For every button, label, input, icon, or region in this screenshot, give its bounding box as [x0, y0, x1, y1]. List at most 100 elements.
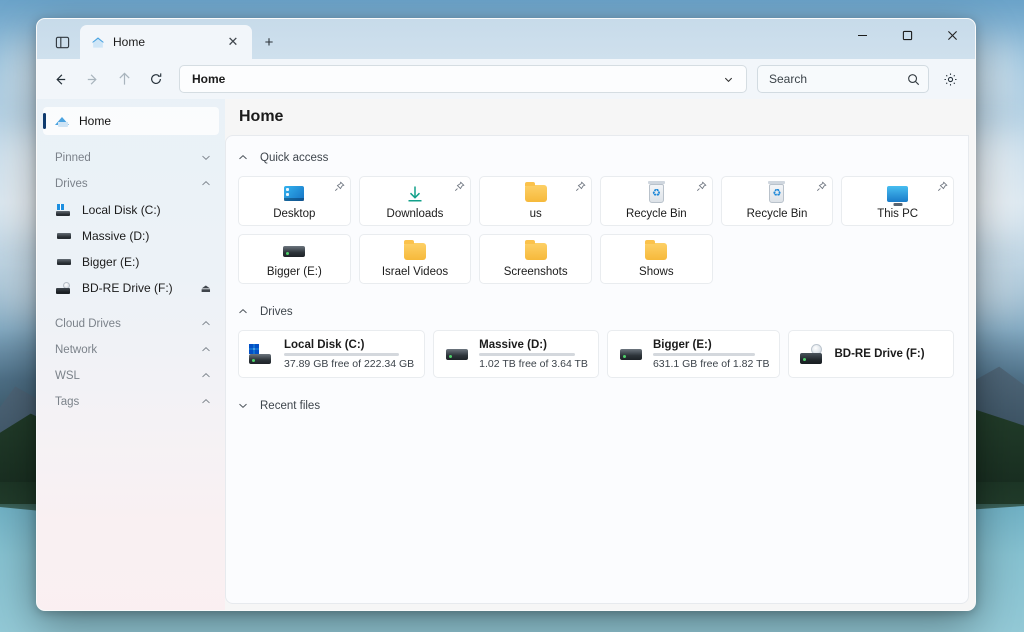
section-header-quick-access[interactable]: Quick access — [238, 146, 954, 170]
minimize-button[interactable] — [840, 19, 885, 51]
sidebar-item-label: Massive (D:) — [82, 229, 211, 243]
sidebar-group-cloud-drives[interactable]: Cloud Drives — [43, 311, 219, 337]
drive-capacity-text: 37.89 GB free of 222.34 GB — [284, 358, 414, 370]
sidebar-item-bd-re-drive-f[interactable]: BD-RE Drive (F:) ⏏ — [43, 275, 219, 301]
quick-access-item[interactable]: Desktop — [238, 176, 351, 226]
sidebar-group-network[interactable]: Network — [43, 337, 219, 363]
chevron-up-icon[interactable] — [201, 372, 211, 381]
navigation-toolbar: Home Search — [37, 59, 975, 99]
sidebar-item-local-disk-c[interactable]: Local Disk (C:) — [43, 197, 219, 223]
forward-button[interactable] — [77, 65, 107, 93]
search-input[interactable]: Search — [757, 65, 929, 93]
pin-icon[interactable] — [696, 181, 707, 195]
quick-access-item[interactable]: Shows — [600, 234, 713, 284]
quick-access-label: Recycle Bin — [747, 208, 808, 220]
eject-icon[interactable]: ⏏ — [201, 282, 211, 295]
page-title: Home — [239, 108, 283, 126]
content-area: Home Quick access Desktop — [225, 99, 975, 610]
drive-card[interactable]: Massive (D:) 1.02 TB free of 3.64 TB — [433, 330, 599, 378]
chevron-up-icon[interactable] — [201, 320, 211, 329]
quick-access-item[interactable]: us — [479, 176, 592, 226]
drive-name: Local Disk (C:) — [284, 339, 414, 351]
drive-card[interactable]: BD-RE Drive (F:) — [788, 330, 954, 378]
folder-icon — [645, 241, 667, 263]
hdd-icon — [444, 349, 470, 360]
back-button[interactable] — [45, 65, 75, 93]
tab-home[interactable]: Home ✕ — [80, 25, 252, 59]
address-bar[interactable]: Home — [179, 65, 747, 93]
sidebar-group-label: Drives — [55, 178, 201, 190]
sidebar-group-drives[interactable]: Drives — [43, 171, 219, 197]
drive-capacity-text: 631.1 GB free of 1.82 TB — [653, 358, 770, 370]
page-header: Home — [225, 99, 975, 135]
sidebar-item-bigger-e[interactable]: Bigger (E:) — [43, 249, 219, 275]
section-label: Drives — [260, 306, 293, 318]
quick-access-item[interactable]: ♻ Recycle Bin — [600, 176, 713, 226]
file-explorer-window: Home ✕ + — [36, 18, 976, 611]
quick-access-label: Screenshots — [504, 266, 568, 278]
refresh-button[interactable] — [141, 65, 171, 93]
close-button[interactable] — [930, 19, 975, 51]
drive-capacity-bar — [653, 353, 756, 356]
quick-access-item[interactable]: ♻ Recycle Bin — [721, 176, 834, 226]
sidebar-item-label: BD-RE Drive (F:) — [82, 281, 191, 295]
sidebar-group-label: Network — [55, 344, 201, 356]
chevron-down-icon[interactable] — [238, 401, 248, 411]
close-icon[interactable]: ✕ — [222, 31, 244, 53]
new-tab-button[interactable]: + — [258, 31, 280, 53]
sidebar-group-pinned[interactable]: Pinned — [43, 145, 219, 171]
recycle-bin-icon: ♻ — [769, 183, 784, 205]
chevron-up-icon[interactable] — [201, 346, 211, 355]
tab-title: Home — [113, 35, 214, 49]
pin-icon[interactable] — [454, 181, 465, 195]
gear-icon[interactable] — [935, 65, 965, 93]
navigation-sidebar: Home Pinned Drives — [37, 99, 225, 610]
download-arrow-icon — [405, 183, 425, 205]
drive-capacity-bar — [284, 353, 399, 356]
chevron-down-icon[interactable] — [716, 67, 740, 91]
chevron-up-icon[interactable] — [201, 398, 211, 407]
this-pc-icon — [887, 183, 908, 205]
up-button[interactable] — [109, 65, 139, 93]
quick-access-item[interactable]: Screenshots — [479, 234, 592, 284]
sidebar-spacer — [43, 301, 219, 311]
pin-icon[interactable] — [937, 181, 948, 195]
chevron-up-icon[interactable] — [238, 307, 248, 317]
drives-grid: Local Disk (C:) 37.89 GB free of 222.34 … — [238, 330, 954, 378]
drive-name: Bigger (E:) — [653, 339, 770, 351]
sidebar-group-wsl[interactable]: WSL — [43, 363, 219, 389]
pin-icon[interactable] — [816, 181, 827, 195]
drive-card[interactable]: Local Disk (C:) 37.89 GB free of 222.34 … — [238, 330, 425, 378]
title-bar: Home ✕ + — [37, 19, 975, 59]
quick-access-label: Bigger (E:) — [267, 266, 322, 278]
tab-layout-icon[interactable] — [44, 25, 80, 59]
section-header-recent-files[interactable]: Recent files — [238, 394, 954, 418]
recycle-bin-icon: ♻ — [649, 183, 664, 205]
drive-card[interactable]: Bigger (E:) 631.1 GB free of 1.82 TB — [607, 330, 781, 378]
home-icon — [55, 115, 70, 127]
address-text: Home — [192, 72, 716, 86]
optical-drive-icon — [55, 282, 72, 294]
sidebar-item-massive-d[interactable]: Massive (D:) — [43, 223, 219, 249]
drive-name: Massive (D:) — [479, 339, 588, 351]
quick-access-item[interactable]: Downloads — [359, 176, 472, 226]
quick-access-label: Downloads — [387, 208, 444, 220]
pin-icon[interactable] — [334, 181, 345, 195]
search-placeholder: Search — [769, 72, 904, 86]
drive-capacity-text: 1.02 TB free of 3.64 TB — [479, 358, 588, 370]
window-controls — [840, 19, 975, 51]
section-header-drives[interactable]: Drives — [238, 300, 954, 324]
search-icon[interactable] — [904, 73, 922, 86]
quick-access-item[interactable]: This PC — [841, 176, 954, 226]
pin-icon[interactable] — [575, 181, 586, 195]
chevron-up-icon[interactable] — [238, 153, 248, 163]
desktop-wallpaper: Home ✕ + — [0, 0, 1024, 632]
maximize-button[interactable] — [885, 19, 930, 51]
quick-access-item[interactable]: Bigger (E:) — [238, 234, 351, 284]
chevron-up-icon[interactable] — [201, 180, 211, 189]
sidebar-group-tags[interactable]: Tags — [43, 389, 219, 415]
quick-access-item[interactable]: Israel Videos — [359, 234, 472, 284]
chevron-down-icon[interactable] — [201, 154, 211, 163]
sidebar-item-home[interactable]: Home — [43, 107, 219, 135]
desktop-monitor-icon — [284, 183, 304, 205]
